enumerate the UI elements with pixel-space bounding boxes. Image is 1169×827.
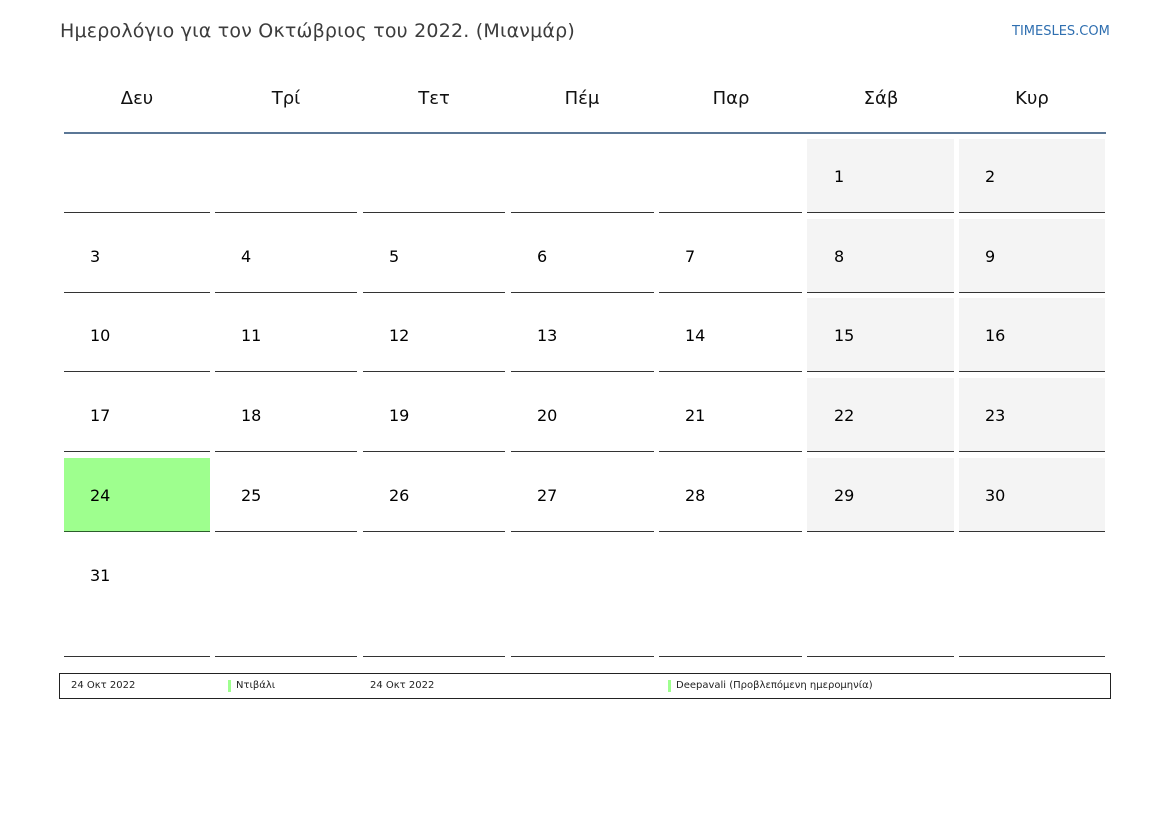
day-cell[interactable]: 17	[64, 378, 210, 452]
day-number: 21	[685, 406, 706, 425]
day-number: 6	[537, 247, 548, 266]
day-number: 31	[90, 566, 111, 585]
day-number: 23	[985, 406, 1006, 425]
day-number: 20	[537, 406, 558, 425]
day-cell[interactable]: 1	[807, 139, 954, 213]
day-number: 4	[241, 247, 252, 266]
weekday-label: Τρί	[271, 88, 301, 109]
day-cell[interactable]: 14	[659, 298, 802, 372]
day-cell[interactable]: 13	[511, 298, 654, 372]
day-cell[interactable]: 29	[807, 458, 954, 532]
day-number: 10	[90, 326, 111, 345]
day-cell	[215, 139, 357, 213]
day-number: 16	[985, 326, 1006, 345]
day-cell	[659, 538, 802, 657]
holiday-date: 24 Οκτ 2022	[370, 680, 435, 691]
day-cell	[807, 538, 954, 657]
day-cell[interactable]: 31	[64, 538, 210, 657]
day-cell[interactable]: 2	[959, 139, 1105, 213]
day-number: 7	[685, 247, 696, 266]
day-cell[interactable]: 28	[659, 458, 802, 532]
day-cell[interactable]: 18	[215, 378, 357, 452]
day-number: 22	[834, 406, 855, 425]
day-cell	[363, 538, 505, 657]
day-cell[interactable]: 4	[215, 219, 357, 293]
weekday-label: Τετ	[418, 88, 450, 109]
day-number: 5	[389, 247, 400, 266]
day-number: 1	[834, 167, 845, 186]
day-number: 14	[685, 326, 706, 345]
day-cell	[959, 538, 1105, 657]
day-cell[interactable]: 3	[64, 219, 210, 293]
day-number: 15	[834, 326, 855, 345]
day-cell	[64, 139, 210, 213]
weekday-label: Πέμ	[564, 88, 600, 109]
day-cell	[511, 139, 654, 213]
day-cell[interactable]: 16	[959, 298, 1105, 372]
day-cell[interactable]: 27	[511, 458, 654, 532]
day-cell[interactable]: 19	[363, 378, 505, 452]
day-cell[interactable]: 23	[959, 378, 1105, 452]
day-number: 2	[985, 167, 996, 186]
day-number: 25	[241, 486, 262, 505]
day-number: 9	[985, 247, 996, 266]
day-number: 8	[834, 247, 845, 266]
day-cell[interactable]: 20	[511, 378, 654, 452]
weekday-label: Παρ	[712, 88, 750, 109]
day-cell[interactable]: 12	[363, 298, 505, 372]
day-number: 29	[834, 486, 855, 505]
day-cell[interactable]: 24	[64, 458, 210, 532]
site-link[interactable]: TIMESLES.COM	[1012, 24, 1110, 39]
day-number: 30	[985, 486, 1006, 505]
day-number: 3	[90, 247, 101, 266]
holiday-color-marker	[228, 680, 231, 692]
day-number: 19	[389, 406, 410, 425]
day-number: 24	[90, 486, 111, 505]
holiday-legend: 24 Οκτ 2022 Ντιβάλι 24 Οκτ 2022 Deepaval…	[59, 673, 1111, 699]
day-number: 11	[241, 326, 262, 345]
day-cell[interactable]: 30	[959, 458, 1105, 532]
day-cell	[215, 538, 357, 657]
day-cell[interactable]: 8	[807, 219, 954, 293]
day-cell[interactable]: 22	[807, 378, 954, 452]
holiday-name: Ντιβάλι	[236, 680, 276, 691]
day-cell[interactable]: 26	[363, 458, 505, 532]
day-number: 17	[90, 406, 111, 425]
day-cell[interactable]: 15	[807, 298, 954, 372]
calendar-page: Ημερολόγιο για τον Οκτώβριος του 2022. (…	[0, 0, 1169, 827]
day-cell[interactable]: 9	[959, 219, 1105, 293]
day-cell[interactable]: 5	[363, 219, 505, 293]
day-number: 12	[389, 326, 410, 345]
day-number: 28	[685, 486, 706, 505]
day-cell[interactable]: 6	[511, 219, 654, 293]
weekday-label: Σάβ	[863, 88, 899, 109]
day-cell	[363, 139, 505, 213]
day-cell[interactable]: 10	[64, 298, 210, 372]
page-title: Ημερολόγιο για τον Οκτώβριος του 2022. (…	[60, 20, 576, 42]
day-cell[interactable]: 25	[215, 458, 357, 532]
day-cell[interactable]: 7	[659, 219, 802, 293]
weekday-label: Κυρ	[1015, 88, 1049, 109]
day-number: 27	[537, 486, 558, 505]
day-cell[interactable]: 11	[215, 298, 357, 372]
holiday-name: Deepavali (Προβλεπόμενη ημερομηνία)	[676, 680, 873, 691]
holiday-color-marker	[668, 680, 671, 692]
holiday-date: 24 Οκτ 2022	[71, 680, 136, 691]
day-number: 13	[537, 326, 558, 345]
day-number: 26	[389, 486, 410, 505]
day-cell	[659, 139, 802, 213]
weekday-label: Δευ	[120, 88, 154, 109]
day-cell[interactable]: 21	[659, 378, 802, 452]
day-number: 18	[241, 406, 262, 425]
day-cell	[511, 538, 654, 657]
weekday-header-row: Δευ Τρί Τετ Πέμ Παρ Σάβ Κυρ	[64, 80, 1106, 134]
